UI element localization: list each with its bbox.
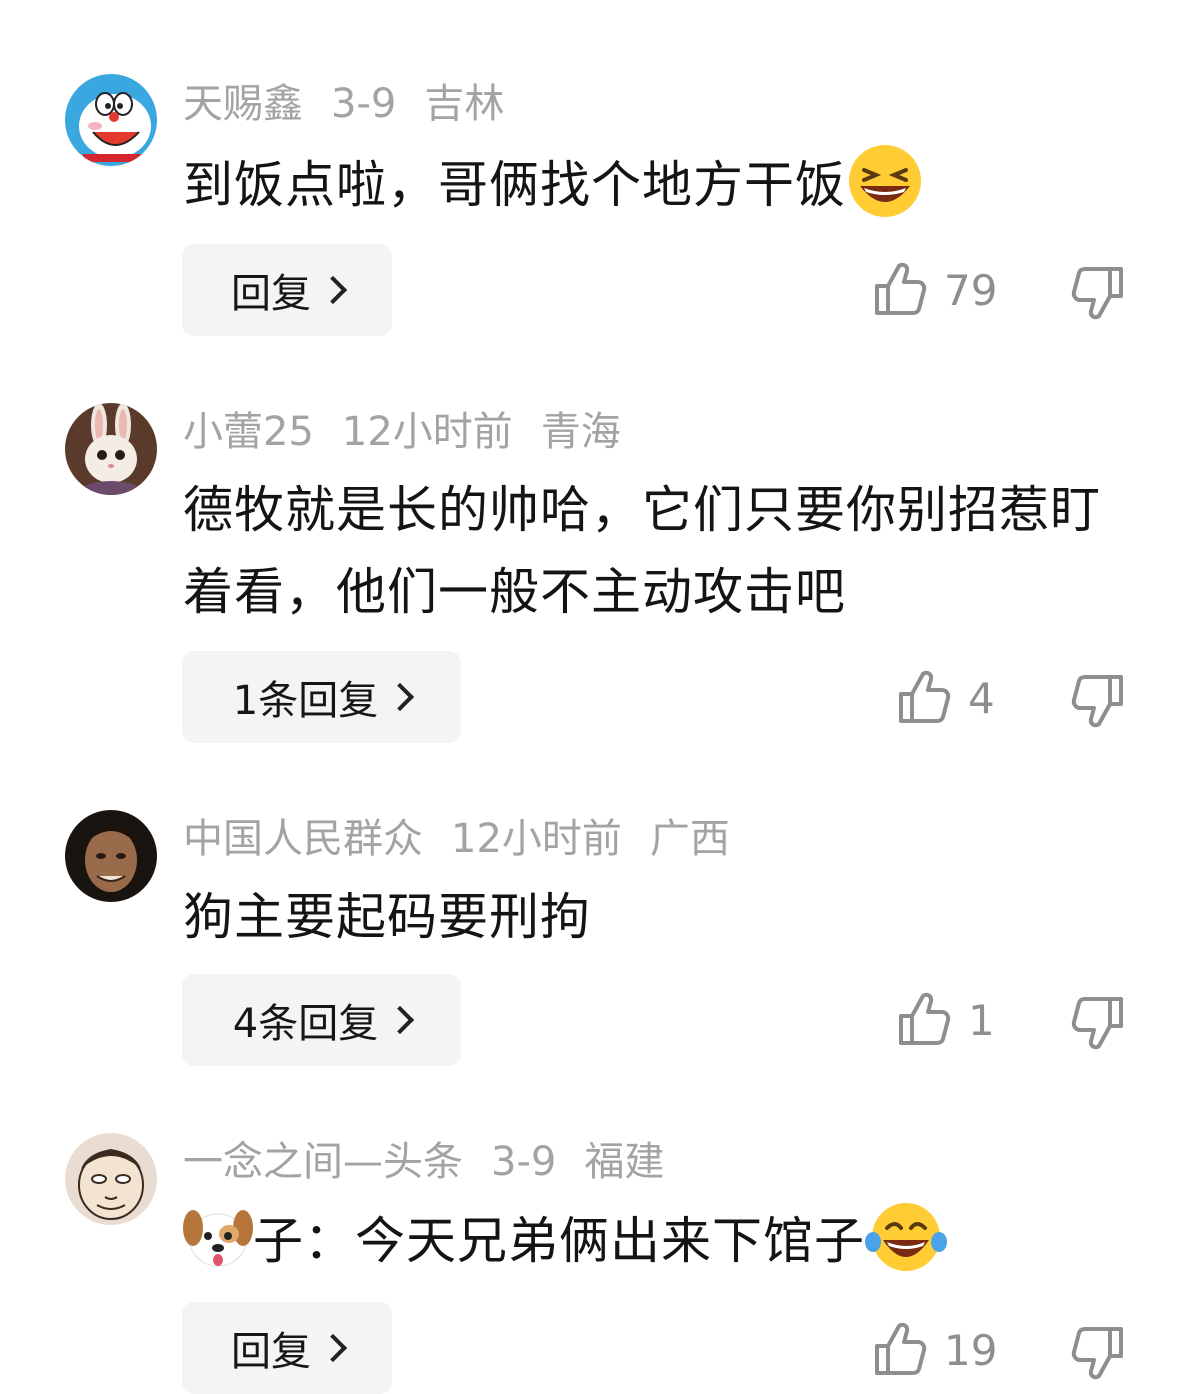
thumb-up-icon — [896, 668, 952, 728]
chevron-right-icon — [318, 1333, 348, 1363]
comment-location: 福建 — [584, 1139, 665, 1185]
comment-text-content: 到饭点啦，哥俩找个地方干饭 — [183, 156, 846, 214]
cartoon-face-avatar[interactable] — [65, 1133, 157, 1225]
reply-label: 1条回复 — [232, 678, 379, 724]
reply-label: 回复 — [231, 271, 311, 317]
like-button[interactable]: 19 — [872, 1320, 997, 1380]
comment-text: 到饭点啦，哥俩找个地方干饭 — [183, 142, 1118, 226]
like-count: 19 — [944, 1325, 998, 1375]
comment-location: 青海 — [540, 409, 621, 455]
comment-time: 3-9 — [331, 81, 397, 127]
tears-of-joy-emoji — [865, 1198, 947, 1276]
comment-meta: 小蕾25 12小时前 青海 — [183, 406, 649, 458]
like-button[interactable]: 4 — [896, 668, 995, 728]
doraemon-avatar[interactable] — [65, 74, 157, 166]
like-button[interactable]: 1 — [896, 990, 995, 1050]
dog-face-emoji — [183, 1198, 253, 1276]
reply-button[interactable]: 回复 — [182, 1302, 392, 1394]
like-count: 4 — [968, 673, 995, 723]
comment-text-content: 狗主要起码要刑拘 — [183, 888, 591, 946]
username[interactable]: 小蕾25 — [183, 409, 314, 455]
dislike-button[interactable] — [1070, 262, 1126, 322]
man-portrait-avatar[interactable] — [65, 810, 157, 902]
comment-time: 12小时前 — [451, 816, 622, 862]
like-button[interactable]: 79 — [872, 260, 997, 320]
comment-text: 子：今天兄弟俩出来下馆子 — [183, 1198, 1118, 1282]
thumb-down-icon — [1070, 992, 1126, 1052]
reply-label: 回复 — [231, 1329, 311, 1375]
like-count: 1 — [968, 995, 995, 1045]
comment-text-content: 子：今天兄弟俩出来下馆子 — [253, 1212, 865, 1270]
username[interactable]: 天赐鑫 — [183, 81, 303, 127]
comment-meta: 中国人民群众 12小时前 广西 — [183, 813, 758, 865]
username[interactable]: 中国人民群众 — [183, 816, 423, 862]
username[interactable]: 一念之间—头条 — [183, 1139, 463, 1185]
comment-time: 12小时前 — [341, 409, 513, 455]
like-count: 79 — [944, 265, 998, 315]
thumb-down-icon — [1070, 1322, 1126, 1382]
thumb-down-icon — [1070, 670, 1126, 730]
thumb-up-icon — [896, 990, 952, 1050]
comment-location: 吉林 — [424, 81, 505, 127]
reply-button[interactable]: 4条回复 — [182, 974, 461, 1066]
reply-button[interactable]: 回复 — [182, 244, 392, 336]
grinning-squint-emoji — [846, 142, 924, 220]
thumb-down-icon — [1070, 262, 1126, 322]
comment-text: 狗主要起码要刑拘 — [183, 876, 1118, 958]
dislike-button[interactable] — [1070, 992, 1126, 1052]
thumb-up-icon — [872, 260, 928, 320]
comment-location: 广西 — [649, 816, 730, 862]
comment-text: 德牧就是长的帅哈，它们只要你别招惹盯着看，他们一般不主动攻击吧 — [183, 469, 1118, 633]
reply-button[interactable]: 1条回复 — [182, 651, 461, 743]
comment-meta: 天赐鑫 3-9 吉林 — [183, 78, 532, 130]
comment-meta: 一念之间—头条 3-9 福建 — [183, 1136, 692, 1188]
comment-time: 3-9 — [491, 1139, 557, 1185]
thumb-up-icon — [872, 1320, 928, 1380]
chevron-right-icon — [386, 682, 415, 712]
dislike-button[interactable] — [1070, 670, 1126, 730]
rabbit-avatar[interactable] — [65, 403, 157, 495]
comment-text-content: 德牧就是长的帅哈，它们只要你别招惹盯着看，他们一般不主动攻击吧 — [183, 481, 1101, 621]
dislike-button[interactable] — [1070, 1322, 1126, 1382]
chevron-right-icon — [318, 275, 348, 305]
reply-label: 4条回复 — [232, 1001, 379, 1047]
chevron-right-icon — [386, 1005, 415, 1035]
